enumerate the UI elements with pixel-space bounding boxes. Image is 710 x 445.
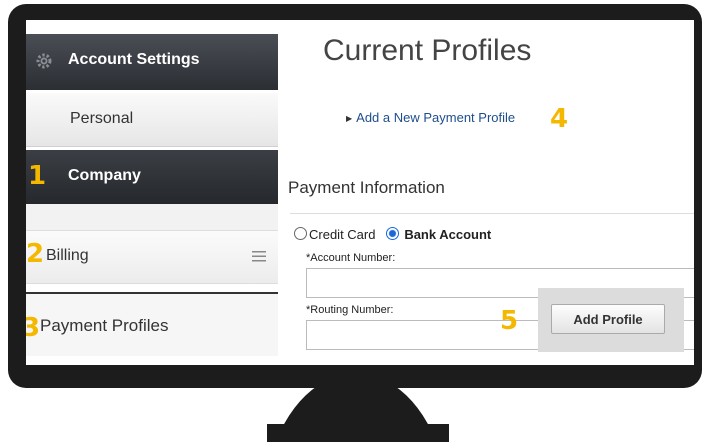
sidebar-header-label: Account Settings [68, 51, 200, 68]
add-link-label: Add a New Payment Profile [356, 110, 516, 125]
callout-2: 2 [26, 239, 45, 269]
bank-account-radio[interactable] [386, 227, 400, 240]
sidebar-item-billing[interactable]: 2 Billing [26, 230, 278, 284]
hamburger-icon [252, 251, 266, 262]
section-title: Payment Information [288, 178, 445, 197]
sidebar-item-label: Billing [46, 247, 89, 264]
monitor-base [267, 424, 449, 442]
monitor-stand [280, 376, 432, 432]
credit-card-label: Credit Card [309, 227, 376, 242]
account-number-label: *Account Number: [306, 252, 396, 264]
add-payment-profile-link[interactable]: ▶ Add a New Payment Profile [346, 110, 515, 125]
drag-handle-icon: ⋮ [274, 111, 284, 127]
sidebar-item-label: Company [68, 167, 141, 184]
sidebar-item-personal[interactable]: Personal ⋮ [26, 93, 284, 147]
sidebar-item-label: Payment Profiles [40, 316, 169, 335]
routing-number-label: *Routing Number: [306, 304, 394, 316]
payment-method-group: Credit Card Bank Account [294, 227, 491, 242]
bank-account-label: Bank Account [404, 227, 492, 242]
sidebar: Account Settings Personal ⋮ 1 Company 2 … [26, 20, 284, 365]
callout-5: 5 [500, 306, 519, 336]
credit-card-radio[interactable] [294, 227, 307, 240]
triangle-right-icon: ▶ [346, 114, 353, 123]
callout-4: 4 [550, 104, 569, 134]
gear-icon [36, 53, 52, 69]
page-title: Current Profiles [323, 34, 532, 67]
main-content: Current Profiles ▶ Add a New Payment Prof… [278, 20, 694, 365]
screen: Account Settings Personal ⋮ 1 Company 2 … [26, 20, 694, 365]
sidebar-item-payment-profiles[interactable]: 3 Payment Profiles [26, 292, 278, 356]
sidebar-item-label: Personal [70, 110, 134, 127]
add-profile-button[interactable]: Add Profile [551, 304, 665, 334]
sidebar-spacer [26, 204, 278, 230]
sidebar-header[interactable]: Account Settings [26, 34, 278, 90]
callout-3: 3 [26, 313, 41, 343]
sidebar-item-company[interactable]: 1 Company [26, 150, 278, 204]
callout-1: 1 [28, 161, 47, 191]
